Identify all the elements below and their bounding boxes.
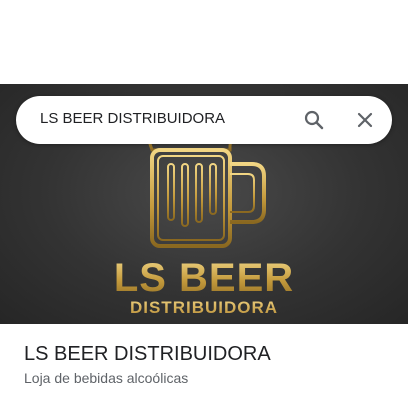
search-input[interactable]: LS BEER DISTRIBUIDORA — [40, 110, 225, 127]
close-icon[interactable] — [353, 108, 377, 132]
place-category: Loja de bebidas alcoólicas — [24, 370, 189, 386]
search-icon[interactable] — [302, 108, 326, 132]
logo-brand-subtitle: DISTRIBUIDORA — [0, 298, 408, 318]
place-title: LS BEER DISTRIBUIDORA — [24, 343, 271, 365]
search-bar[interactable]: LS BEER DISTRIBUIDORA — [16, 96, 392, 144]
logo-brand-title: LS BEER — [0, 256, 408, 301]
